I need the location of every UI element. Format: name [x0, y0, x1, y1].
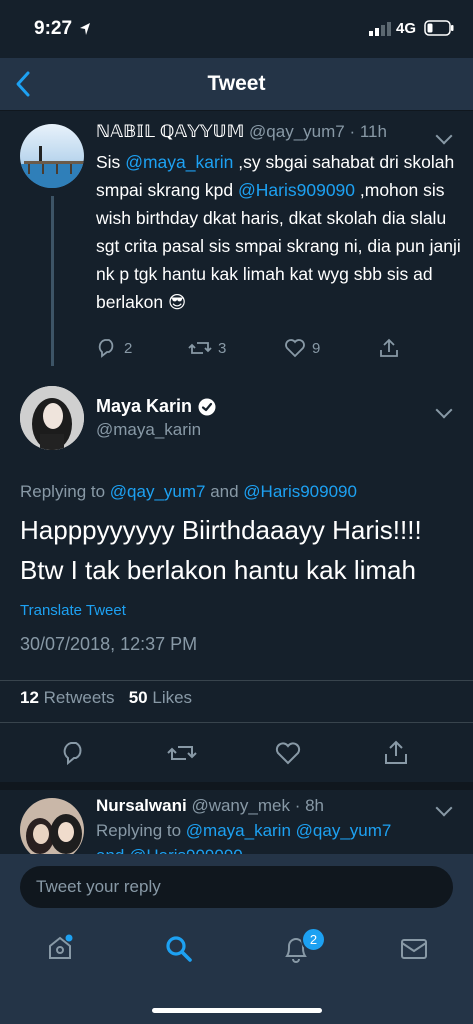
parent-tweet-text: Sis @maya_karin ,sy sbgai sahabat dri sk… [96, 152, 461, 312]
retweet-count: 3 [218, 339, 227, 357]
battery-icon [424, 20, 454, 36]
mention-link[interactable]: @Haris909090 [243, 482, 357, 501]
replying-to-line-clipped: and @Haris909090 [96, 846, 243, 854]
verified-badge-icon [198, 398, 216, 415]
reply-icon[interactable] [61, 741, 87, 765]
chevron-down-icon[interactable] [435, 127, 453, 145]
tab-bar: 2 [0, 910, 473, 1024]
home-icon[interactable] [46, 934, 74, 962]
signal-icon [369, 22, 391, 36]
display-name[interactable]: Maya Karin [96, 396, 192, 417]
replying-to-line: Replying to @maya_karin @qay_yum7 [96, 821, 392, 840]
chevron-down-icon[interactable] [435, 401, 453, 419]
avatar[interactable] [20, 386, 84, 450]
thread-line [51, 196, 54, 366]
heart-icon [285, 339, 305, 358]
reply-action[interactable]: 2 [96, 338, 132, 358]
handle[interactable]: @maya_karin [96, 420, 201, 440]
chevron-down-icon[interactable] [435, 799, 453, 817]
notification-badge: 2 [301, 927, 326, 952]
retweet-icon[interactable] [167, 742, 197, 764]
display-name[interactable]: Nursalwani [96, 796, 187, 815]
like-action[interactable]: 9 [284, 338, 320, 358]
reply-input[interactable]: Tweet your reply [20, 866, 453, 908]
share-icon[interactable] [378, 338, 400, 358]
mention-link[interactable]: @qay_yum7 [110, 482, 206, 501]
home-indicator [152, 1008, 322, 1013]
parent-tweet-header: ℕ𝔸𝔹𝕀𝕃 ℚ𝔸𝕐𝕐𝕌𝕄 @qay_yum7 · 11h [96, 122, 387, 142]
status-bar: 9:27 4G [0, 0, 473, 58]
messages-mail-icon[interactable] [400, 938, 428, 960]
location-arrow-icon [80, 23, 90, 35]
handle[interactable]: @qay_yum7 [249, 122, 345, 141]
mention-link[interactable]: @maya_karin [186, 821, 291, 840]
mention-link[interactable]: @qay_yum7 [296, 821, 392, 840]
like-count: 9 [312, 339, 321, 357]
heart-icon[interactable] [275, 741, 301, 765]
top-nav-bar: Tweet [0, 58, 473, 111]
display-name-row[interactable]: Maya Karin [96, 396, 216, 417]
reply-count: 2 [124, 339, 133, 357]
mention-link[interactable]: @maya_karin [125, 152, 233, 172]
divider [0, 722, 473, 723]
display-name[interactable]: ℕ𝔸𝔹𝕀𝕃 ℚ𝔸𝕐𝕐𝕌𝕄 [96, 122, 244, 141]
replying-to-line: Replying to @qay_yum7 and @Haris909090 [20, 482, 357, 501]
avatar[interactable] [20, 124, 84, 188]
parent-tweet[interactable]: ℕ𝔸𝔹𝕀𝕃 ℚ𝔸𝕐𝕐𝕌𝕄 @qay_yum7 · 11h Sis @maya_k… [0, 110, 473, 378]
section-divider [0, 782, 473, 790]
share-icon[interactable] [383, 740, 409, 766]
translate-tweet-link[interactable]: Translate Tweet [20, 602, 126, 619]
like-stat[interactable]: 50 Likes [129, 688, 192, 707]
reply-icon [98, 339, 114, 358]
reply-placeholder: Tweet your reply [36, 877, 161, 896]
search-icon[interactable] [164, 934, 194, 964]
network-type: 4G [396, 20, 417, 37]
retweet-icon [188, 342, 212, 354]
engagement-stats: 12 Retweets 50 Likes [20, 688, 192, 708]
main-tweet-text: Happpyyyyyy Biirthdaaayy Haris!!!! Btw I… [20, 515, 422, 585]
tweet-age: · 8h [294, 796, 324, 815]
avatar[interactable] [20, 798, 84, 854]
main-tweet: Maya Karin @maya_karin Replying to @qay_… [0, 378, 473, 680]
retweet-stat[interactable]: 12 Retweets [20, 688, 115, 707]
divider [0, 680, 473, 681]
mention-link[interactable]: @Haris909090 [238, 180, 355, 200]
retweet-action[interactable]: 3 [188, 338, 226, 358]
tweet-timestamp: 30/07/2018, 12:37 PM [20, 634, 198, 654]
handle[interactable]: @wany_mek [191, 796, 290, 815]
status-time: 9:27 [34, 18, 73, 39]
reply-tweet[interactable]: Nursalwani @wany_mek · 8h Replying to @m… [0, 790, 473, 854]
reply-tweet-header: Nursalwani @wany_mek · 8h [96, 796, 324, 816]
tweet-age: · 11h [349, 122, 387, 141]
page-title: Tweet [207, 72, 266, 95]
